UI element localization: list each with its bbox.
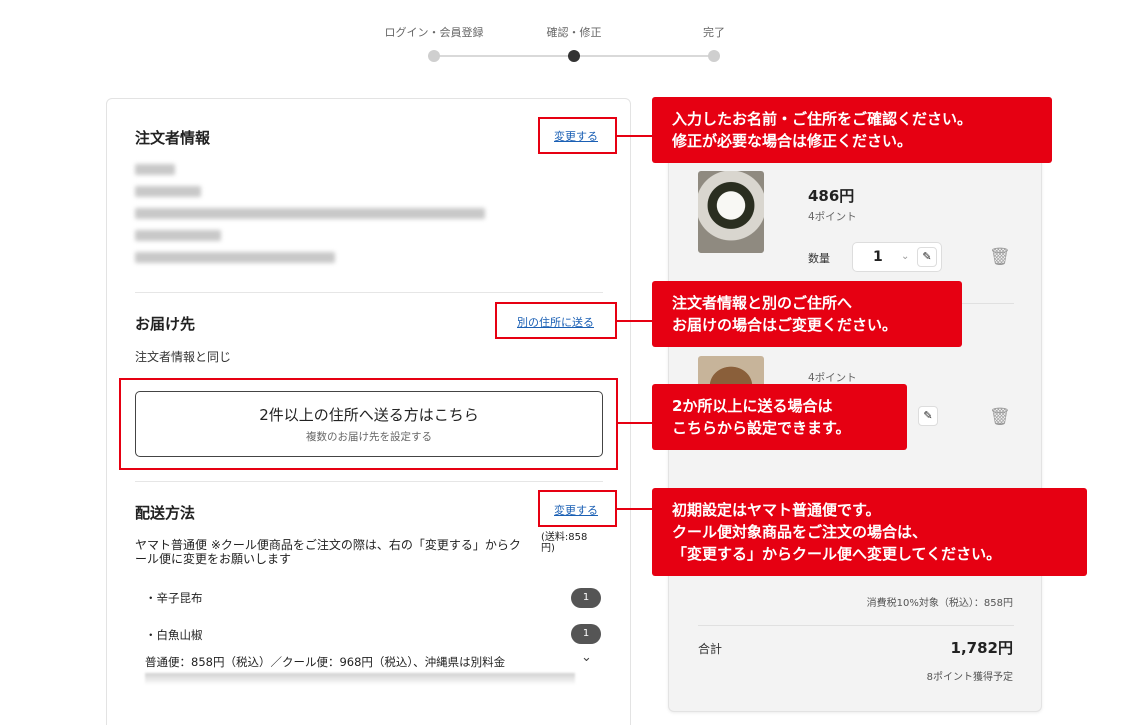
product-image	[698, 356, 764, 386]
callout-text: こちらから設定できます。	[672, 419, 851, 437]
total-value: 1,782円	[950, 639, 1013, 657]
quantity-value: 1	[873, 249, 883, 265]
callout-connector	[617, 135, 653, 137]
callout-name-address: 入力したお名前・ご住所をご確認ください。 修正が必要な場合は修正ください。	[652, 97, 1052, 163]
shipping-fee: (送料:858円)	[541, 532, 588, 554]
delivery-same-text: 注文者情報と同じ	[135, 350, 232, 364]
orderer-phone-redacted	[135, 230, 221, 241]
step-complete-label: 完了	[703, 26, 725, 39]
step-confirm-dot	[568, 50, 580, 62]
product-image	[698, 171, 764, 253]
callout-other-address: 注文者情報と別のご住所へ お届けの場合はご変更ください。	[652, 281, 962, 347]
callout-text: 「変更する」からクール便へ変更してください。	[672, 545, 1002, 563]
callout-text: 初期設定はヤマト普通便です。	[672, 501, 881, 519]
callout-shipping-method: 初期設定はヤマト普通便です。 クール便対象商品をご注文の場合は、 「変更する」か…	[652, 488, 1087, 576]
product-points: 4ポイント	[808, 372, 857, 384]
callout-text: 2か所以上に送る場合は	[672, 397, 833, 415]
callout-connector	[617, 320, 653, 322]
trash-icon[interactable]: 🗑	[989, 407, 1011, 427]
shipping-description: ヤマト普通便 ※クール便商品をご注文の際は、右の「変更する」からクール便に変更を…	[135, 538, 521, 566]
shipping-item-qty-badge: 1	[571, 624, 601, 644]
product-points: 4ポイント	[808, 211, 857, 223]
product-price: 486円	[808, 187, 855, 205]
step-login-label: ログイン・会員登録	[384, 26, 484, 39]
total-divider	[698, 625, 1014, 626]
callout-text: 注文者情報と別のご住所へ	[672, 294, 853, 312]
highlight-shipping-change	[538, 490, 617, 527]
orderer-address-redacted	[135, 208, 485, 219]
orderer-name-redacted	[135, 164, 175, 175]
shipping-note-overflow	[145, 673, 575, 685]
callout-text: 修正が必要な場合は修正ください。	[672, 132, 913, 150]
total-label: 合計	[698, 642, 723, 656]
shipping-fee-note: 普通便：858円（税込）／クール便：968円（税込）、沖縄県は別料金	[145, 655, 506, 669]
step-confirm-label: 確認・修正	[546, 26, 602, 39]
trash-icon[interactable]: 🗑	[989, 247, 1011, 267]
step-complete-dot	[708, 50, 720, 62]
shipping-item-qty-badge: 1	[571, 588, 601, 608]
section-divider	[135, 292, 603, 293]
chevron-down-icon[interactable]: ⌄	[581, 650, 592, 665]
orderer-email-redacted	[135, 252, 335, 263]
highlight-multi-address	[119, 378, 618, 470]
edit-icon[interactable]: ✎	[918, 406, 938, 426]
callout-text: お届けの場合はご変更ください。	[672, 316, 898, 334]
total-points: 8ポイント獲得予定	[926, 672, 1013, 683]
callout-connector	[617, 508, 653, 510]
quantity-label: 数量	[808, 252, 830, 265]
highlight-alt-address	[495, 302, 617, 339]
callout-multi-address: 2か所以上に送る場合は こちらから設定できます。	[652, 384, 907, 450]
orderer-zip-redacted	[135, 186, 201, 197]
orderer-title: 注文者情報	[135, 129, 211, 147]
highlight-orderer-change	[538, 117, 617, 154]
step-connector	[574, 55, 714, 57]
section-divider	[135, 481, 603, 482]
callout-text: 入力したお名前・ご住所をご確認ください。	[672, 110, 973, 128]
step-login-dot	[428, 50, 440, 62]
edit-icon[interactable]: ✎	[917, 247, 937, 267]
shipping-item-name: ・白魚山椒	[145, 628, 203, 642]
shipping-title: 配送方法	[135, 504, 196, 522]
step-connector	[434, 55, 574, 57]
callout-connector	[618, 422, 653, 424]
callout-text: クール便対象商品をご注文の場合は、	[672, 523, 928, 541]
quantity-select[interactable]: 1 ⌄ ✎	[852, 242, 942, 272]
checkout-stepper: ログイン・会員登録 確認・修正 完了	[370, 20, 750, 70]
delivery-title: お届け先	[135, 315, 196, 333]
chevron-down-icon: ⌄	[901, 251, 910, 262]
shipping-item-name: ・辛子昆布	[145, 591, 203, 605]
tax-target-note: 消費税10%対象（税込）：858円	[866, 598, 1013, 609]
